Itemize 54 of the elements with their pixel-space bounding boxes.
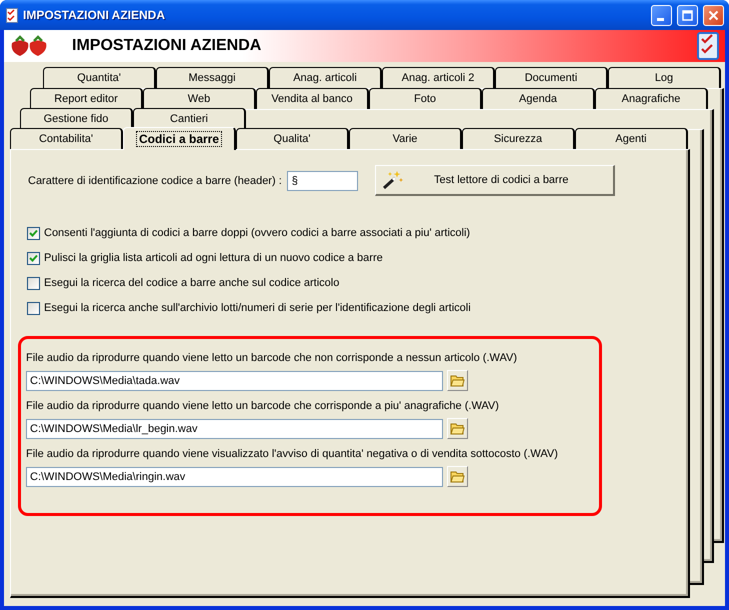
tab[interactable]: Anag. articoli [269,67,382,88]
tab[interactable]: Web [143,88,256,109]
header-title: IMPOSTAZIONI AZIENDA [72,37,262,55]
magic-wand-icon [382,170,404,190]
folder-icon [450,374,465,387]
close-icon [708,10,719,20]
minimize-button[interactable] [651,4,672,26]
browse-button[interactable] [447,466,468,487]
checkbox[interactable] [27,276,40,290]
tab[interactable]: Sicurezza [462,128,575,149]
tab[interactable]: Anag. articoli 2 [382,67,495,88]
tab[interactable]: Documenti [495,67,608,88]
field-label: File audio da riprodurre quando viene letto un barcode che non corrisponde a nessun articolo (.WAV) [26,351,518,365]
tab[interactable]: Vendita al banco [256,88,369,109]
checklist-icon [6,8,18,22]
tab[interactable]: Report editor [30,88,143,109]
file-path-field[interactable]: C:\WINDOWS\Media\ringin.wav [26,466,443,486]
checkbox[interactable] [27,226,40,240]
field-label: File audio da riprodurre quando viene letto un barcode che corrisponde a piu' anagrafiche (.WAV) [26,399,499,413]
file-path-field[interactable]: C:\WINDOWS\Media\tada.wav [26,370,443,390]
checkbox[interactable] [27,252,40,264]
tab[interactable]: Log [608,67,721,88]
maximize-button[interactable] [677,4,698,26]
window-title: IMPOSTAZIONI AZIENDA [23,8,166,22]
test-reader-button[interactable]: Test lettore di codici a barre [374,165,615,196]
maximize-icon [682,10,693,20]
checkbox-label: Esegui la ricerca del codice a barre anche sul codice articolo [44,277,340,289]
tab[interactable]: Cantieri [133,108,246,129]
tab[interactable]: Codici a barre [123,127,236,150]
browse-button[interactable] [447,418,468,439]
tab[interactable]: Contabilita' [10,128,123,149]
checkbox-label: Consenti l'aggiunta di codici a barre doppi (ovvero codici a barre associati a piu' articoli) [44,227,470,239]
folder-icon [450,470,465,483]
tab[interactable]: Quantita' [43,67,156,88]
checklist-icon [697,32,719,60]
tab[interactable]: Messaggi [156,67,269,88]
tab[interactable]: Gestione fido [20,108,133,129]
checkbox[interactable] [27,302,40,314]
minimize-icon [656,18,664,20]
tab[interactable]: Anagrafiche [595,88,708,109]
browse-button[interactable] [447,370,468,391]
close-button[interactable] [703,4,724,26]
tab[interactable]: Varie [349,128,462,149]
field-label: Carattere di identificazione codice a barre (header) : [28,174,282,186]
folder-icon [450,422,465,435]
checkbox-label: Pulisci la griglia lista articoli ad ogni lettura di un nuovo codice a barre [44,252,383,264]
file-path-field[interactable]: C:\WINDOWS\Media\lr_begin.wav [26,418,443,438]
field-label: File audio da riprodurre quando viene visualizzato l'avviso di quantita' negativa o di vendita sottocosto (.WAV) [26,447,558,461]
tab[interactable]: Agenti [575,128,688,149]
tab[interactable]: Foto [369,88,482,109]
tab[interactable]: Agenda [482,88,595,109]
header-char-field[interactable]: § [286,170,358,190]
checkbox-label: Esegui la ricerca anche sull'archivio lotti/numeri di serie per l'identificazione degli articoli [44,302,471,314]
tab[interactable]: Qualita' [236,128,349,149]
